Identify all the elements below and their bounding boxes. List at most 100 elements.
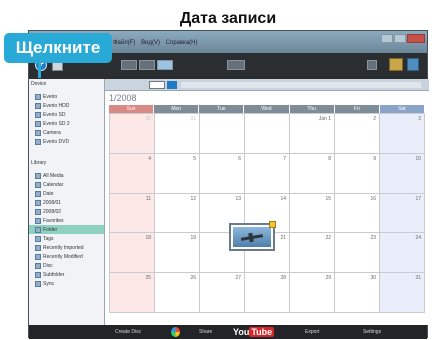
sidebar-item-device[interactable]: Everio SD: [35, 110, 104, 119]
day-number: 22: [325, 235, 331, 242]
calendar-day-cell[interactable]: 28: [245, 273, 290, 313]
sidebar-item-library[interactable]: Subfolder: [35, 270, 104, 279]
disc-icon: [35, 262, 41, 269]
calendar-day-cell[interactable]: 16: [335, 193, 380, 234]
sidebar-item-library[interactable]: Disc: [35, 261, 104, 270]
calendar-day-cell[interactable]: 19: [155, 233, 200, 274]
export-button[interactable]: Export: [305, 328, 319, 336]
sidebar-item-device[interactable]: Everio DVD: [35, 137, 104, 146]
sidebar-item-device[interactable]: Everio SD 2: [35, 119, 104, 128]
calendar-day-cell[interactable]: 10: [380, 153, 425, 194]
day-number: 12: [190, 195, 196, 202]
create-disc-button[interactable]: Create Disc: [115, 328, 141, 336]
folder-icon: [35, 199, 41, 206]
share-icon[interactable]: [171, 327, 180, 337]
sidebar-item-library[interactable]: Favorites: [35, 216, 104, 225]
sidebar-item-device[interactable]: Everio HDD: [35, 101, 104, 110]
calendar-day-cell[interactable]: 3: [380, 114, 425, 154]
calendar-day-cell[interactable]: 25: [110, 273, 155, 313]
calendar-view: 1/2008 Sun Mon Tue Wed Thu Fri Sat 30 31 Jan 123…: [105, 91, 429, 325]
folder-icon: [35, 190, 41, 197]
devices-header: Device: [31, 81, 47, 87]
app-window: Файл(F) Вид(V) Справка(H) + Device Everi: [28, 30, 429, 339]
day-number: 9: [373, 155, 376, 162]
settings-button[interactable]: Settings: [363, 328, 381, 336]
calendar-day-cell[interactable]: 30: [110, 114, 155, 154]
search-box[interactable]: [367, 60, 377, 70]
calendar-day-cell[interactable]: 7: [245, 153, 290, 194]
zoom-slider[interactable]: [227, 60, 245, 70]
sidebar-item-device[interactable]: Everio: [35, 92, 104, 101]
day-number: 2: [373, 116, 376, 122]
calendar-day-cell[interactable]: 15: [290, 193, 335, 234]
calendar-day-cell[interactable]: 9: [335, 153, 380, 194]
sidebar-item-library[interactable]: Recently Imported: [35, 243, 104, 252]
sidebar-item-library[interactable]: Tags: [35, 234, 104, 243]
sidebar-item-library[interactable]: Recently Modified: [35, 252, 104, 261]
calendar-day-cell[interactable]: Jan 1: [290, 114, 335, 154]
calendar-day-cell[interactable]: 5: [155, 153, 200, 194]
maximize-button[interactable]: [394, 34, 406, 43]
weekday-header: Sun Mon Tue Wed Thu Fri Sat: [109, 105, 425, 113]
calendar-day-cell[interactable]: 27: [200, 273, 245, 313]
info-icon[interactable]: [407, 58, 419, 71]
folder-icon[interactable]: [389, 58, 403, 71]
day-number: 26: [190, 275, 196, 282]
calendar-day-cell[interactable]: 6: [200, 153, 245, 194]
bottom-bar: Create Disc Share You Tube Export Setting…: [29, 325, 427, 339]
calendar-day-cell[interactable]: [245, 114, 290, 154]
menu-file[interactable]: Файл(F): [113, 40, 135, 46]
share-button[interactable]: Share: [199, 328, 212, 336]
calendar-day-cell[interactable]: 29: [290, 273, 335, 313]
thumbnail-view-button[interactable]: [139, 60, 155, 70]
minimize-button[interactable]: [381, 34, 393, 43]
sidebar-item-library[interactable]: 2008/01: [35, 198, 104, 207]
thumbnail-image: [233, 227, 271, 247]
weekday-label: Sat: [379, 105, 425, 113]
day-number: 30: [370, 275, 376, 282]
click-annotation: Щелкните: [4, 33, 112, 63]
list-view-button[interactable]: [121, 60, 137, 70]
calendar-day-cell[interactable]: [200, 114, 245, 154]
calendar-day-cell[interactable]: 12: [155, 193, 200, 234]
calendar-day-cell[interactable]: 31: [155, 114, 200, 154]
day-number: 3: [418, 116, 421, 122]
youtube-button[interactable]: You Tube: [233, 326, 275, 338]
calendar-view-button[interactable]: [157, 60, 173, 70]
month-strip[interactable]: [181, 82, 421, 88]
sidebar-item-device[interactable]: Camera: [35, 128, 104, 137]
menu-bar: Файл(F) Вид(V) Справка(H): [113, 40, 202, 46]
sidebar-item-selected[interactable]: Folder: [29, 225, 104, 234]
calendar-day-cell[interactable]: 18: [110, 233, 155, 274]
calendar-day-cell[interactable]: 30: [335, 273, 380, 313]
calendar-day-cell[interactable]: 23: [335, 233, 380, 274]
sidebar-item-library[interactable]: Date: [35, 189, 104, 198]
close-button[interactable]: [407, 34, 425, 43]
calendar-day-cell[interactable]: 26: [155, 273, 200, 313]
calendar-day-cell[interactable]: 11: [110, 193, 155, 234]
calendar-day-cell[interactable]: 4: [110, 153, 155, 194]
calendar-day-cell[interactable]: 17: [380, 193, 425, 234]
sidebar-item-library[interactable]: Sync: [35, 279, 104, 288]
day-number: 11: [145, 195, 151, 202]
calendar-day-cell[interactable]: 22: [290, 233, 335, 274]
recording-date-annotation: Дата записи: [179, 10, 277, 27]
sidebar-item-library[interactable]: All Media: [35, 171, 104, 180]
day-number: 17: [415, 195, 421, 202]
screenshot-stage: Дата записи Файл(F) Вид(V) Справка(H) +: [0, 0, 436, 340]
calendar-day-cell[interactable]: 2: [335, 114, 380, 154]
clock-icon: [35, 244, 41, 251]
month-current-button[interactable]: [167, 81, 177, 89]
menu-view[interactable]: Вид(V): [141, 40, 160, 46]
sidebar-item-library[interactable]: Calendar: [35, 180, 104, 189]
menu-help[interactable]: Справка(H): [166, 40, 198, 46]
disc-icon: [35, 138, 41, 145]
weekday-label: Wed: [244, 105, 290, 113]
day-number: 27: [235, 275, 241, 282]
calendar-day-cell[interactable]: 31: [380, 273, 425, 313]
sidebar-item-library[interactable]: 2008/02: [35, 207, 104, 216]
day-number: 15: [325, 195, 331, 202]
calendar-day-cell[interactable]: 24: [380, 233, 425, 274]
calendar-day-cell[interactable]: 8: [290, 153, 335, 194]
month-selector[interactable]: [149, 81, 165, 89]
